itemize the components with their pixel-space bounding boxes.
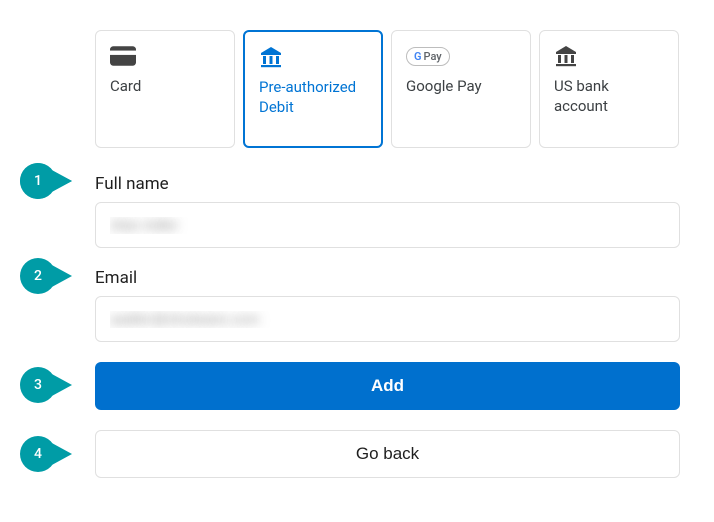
tab-label: Google Pay (406, 77, 516, 97)
gpay-icon: G Pay (406, 45, 516, 67)
tab-label: Pre-authorized Debit (259, 78, 367, 117)
bank-icon (259, 46, 367, 68)
step-marker-2: 2 (20, 258, 72, 294)
form-area: Full name Email Add Go back (95, 174, 680, 478)
bank-icon (554, 45, 664, 67)
email-label: Email (95, 268, 680, 288)
step-marker-3: 3 (20, 367, 72, 403)
step-marker-1: 1 (20, 163, 72, 199)
tab-label: Card (110, 77, 220, 97)
tab-card[interactable]: Card (95, 30, 235, 148)
tab-pre-authorized-debit[interactable]: Pre-authorized Debit (243, 30, 383, 148)
email-input[interactable] (95, 296, 680, 342)
tab-google-pay[interactable]: G Pay Google Pay (391, 30, 531, 148)
tab-label: US bank account (554, 77, 664, 116)
field-email: Email (95, 268, 680, 342)
go-back-button[interactable]: Go back (95, 430, 680, 478)
add-button[interactable]: Add (95, 362, 680, 410)
fullname-label: Full name (95, 174, 680, 194)
card-icon (110, 45, 220, 67)
payment-method-tabs: Card Pre-authorized Debit G Pay Google P… (95, 30, 714, 148)
tab-us-bank-account[interactable]: US bank account (539, 30, 679, 148)
step-marker-4: 4 (20, 436, 72, 472)
field-fullname: Full name (95, 174, 680, 248)
fullname-input[interactable] (95, 202, 680, 248)
